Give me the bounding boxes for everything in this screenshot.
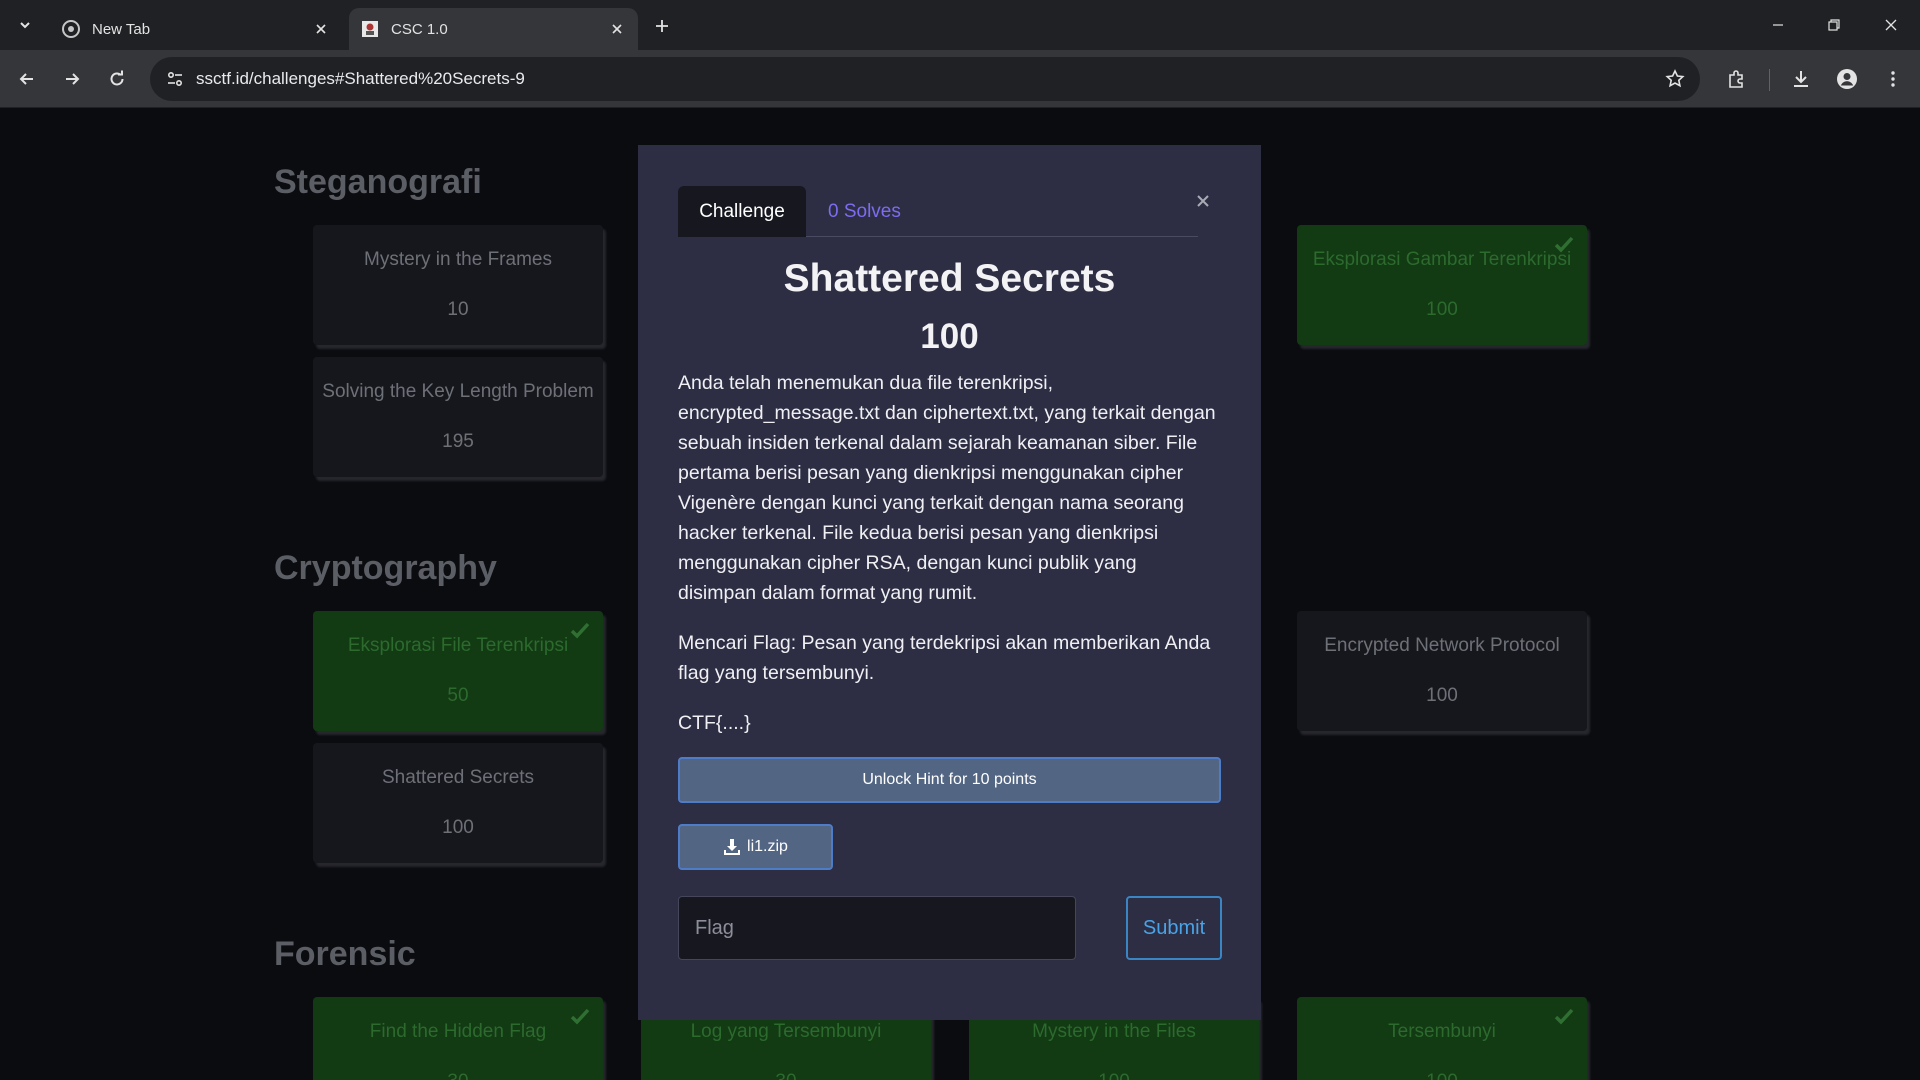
close-icon — [1197, 195, 1209, 207]
download-icon — [724, 839, 741, 855]
description-paragraph: Mencari Flag: Pesan yang terdekripsi aka… — [678, 632, 1211, 684]
challenge-points: 195 — [442, 431, 474, 452]
challenge-points: 100 — [442, 817, 474, 838]
puzzle-icon — [1729, 70, 1743, 88]
extensions-button[interactable] — [1718, 61, 1754, 97]
close-tab-icon[interactable] — [604, 16, 630, 42]
challenge-card[interactable]: Mystery in the Frames 10 — [313, 225, 603, 345]
flag-input[interactable] — [678, 896, 1076, 960]
challenge-name: Tersembunyi — [1388, 1021, 1496, 1042]
close-icon — [1885, 19, 1897, 31]
profile-button[interactable] — [1829, 61, 1865, 97]
challenge-name: Eksplorasi Gambar Terenkripsi — [1312, 249, 1572, 270]
submit-button[interactable]: Submit — [1126, 896, 1222, 960]
minimize-icon — [1773, 24, 1783, 26]
site-icon — [361, 20, 379, 38]
challenge-points: 100 — [1297, 1071, 1587, 1080]
downloads-button[interactable] — [1783, 61, 1819, 97]
description-paragraph: Anda telah menemukan dua file terenkrips… — [678, 372, 1216, 604]
arrow-left-icon — [19, 73, 33, 85]
bookmark-star-icon[interactable] — [1660, 64, 1690, 94]
file-name: li1.zip — [747, 838, 788, 855]
challenge-modal: Challenge 0 Solves Shattered Secrets 100… — [638, 145, 1261, 1020]
tab-new-tab[interactable]: New Tab — [50, 8, 342, 50]
challenge-name: Solving the Key Length Problem — [322, 381, 594, 402]
section-title-forensic: Forensic — [274, 935, 416, 973]
challenge-points: 100 — [1426, 685, 1458, 706]
challenge-card-solved[interactable]: Eksplorasi Gambar Terenkripsi 100 — [1297, 225, 1587, 345]
reload-icon — [110, 70, 124, 86]
tab-challenge[interactable]: Challenge — [678, 186, 806, 237]
tab-search-button[interactable] — [8, 9, 42, 41]
tab-title: New Tab — [92, 20, 151, 38]
download-file-button[interactable]: li1.zip — [678, 824, 833, 870]
chrome-icon — [62, 20, 80, 38]
site-info-icon[interactable] — [160, 64, 190, 94]
challenge-name: Mystery in the Files — [1032, 1021, 1196, 1042]
challenge-name: Encrypted Network Protocol — [1324, 635, 1560, 656]
challenge-points: 100 — [969, 1071, 1259, 1080]
challenge-points: 30 — [313, 1071, 603, 1080]
tab-solves[interactable]: 0 Solves — [828, 186, 901, 237]
download-icon — [1794, 71, 1808, 87]
challenge-name: Log yang Tersembunyi — [690, 1021, 882, 1042]
toolbar-divider — [1769, 69, 1770, 91]
new-tab-button[interactable] — [648, 12, 676, 40]
url-text[interactable]: ssctf.id/challenges#Shattered%20Secrets-… — [196, 69, 525, 89]
challenge-title: Shattered Secrets — [783, 257, 1116, 300]
tab-strip: New Tab CSC 1.0 — [0, 0, 1920, 50]
chevron-down-icon — [20, 22, 30, 29]
tab-title: CSC 1.0 — [391, 20, 448, 38]
more-vertical-icon — [1891, 71, 1895, 87]
close-tab-icon[interactable] — [308, 16, 334, 42]
challenge-points: 10 — [447, 299, 469, 320]
browser-toolbar: ssctf.id/challenges#Shattered%20Secrets-… — [0, 50, 1920, 108]
flag-format: CTF{....} — [678, 712, 751, 734]
tab-csc[interactable]: CSC 1.0 — [349, 8, 638, 50]
address-bar[interactable]: ssctf.id/challenges#Shattered%20Secrets-… — [150, 57, 1700, 101]
challenge-points: 50 — [447, 685, 469, 706]
challenge-name: Eksplorasi File Terenkripsi — [347, 635, 569, 656]
unlock-hint-button[interactable]: Unlock Hint for 10 points — [678, 757, 1221, 803]
menu-button[interactable] — [1875, 61, 1911, 97]
challenge-name: Mystery in the Frames — [364, 249, 552, 270]
challenge-card[interactable]: Shattered Secrets 100 — [313, 743, 603, 863]
section-title-cryptography: Cryptography — [274, 549, 497, 587]
challenge-points: 100 — [1426, 299, 1458, 320]
challenge-value: 100 — [920, 317, 979, 356]
challenge-name: Shattered Secrets — [381, 767, 535, 788]
restore-button[interactable] — [1806, 0, 1862, 50]
minimize-button[interactable] — [1750, 0, 1806, 50]
challenge-name: Find the Hidden Flag — [369, 1021, 547, 1042]
challenge-card[interactable]: Encrypted Network Protocol 100 — [1297, 611, 1587, 731]
restore-icon — [1828, 19, 1840, 31]
reload-button[interactable] — [99, 61, 135, 97]
challenge-card-solved[interactable]: Tersembunyi 100 — [1297, 997, 1587, 1080]
challenge-card-solved[interactable]: Find the Hidden Flag 30 — [313, 997, 603, 1080]
modal-tabs: Challenge 0 Solves — [678, 186, 1198, 237]
arrow-right-icon — [66, 73, 80, 85]
section-title-steganografi: Steganografi — [274, 163, 482, 201]
close-window-button[interactable] — [1863, 0, 1919, 50]
account-icon — [1837, 69, 1857, 89]
forward-button[interactable] — [54, 61, 90, 97]
challenge-description: Anda telah menemukan dua file terenkrips… — [678, 368, 1218, 758]
challenge-card[interactable]: Solving the Key Length Problem 195 — [313, 357, 603, 477]
challenge-card-solved[interactable]: Eksplorasi File Terenkripsi 50 — [313, 611, 603, 731]
plus-icon — [656, 20, 668, 32]
challenge-points: 30 — [641, 1071, 931, 1080]
back-button[interactable] — [9, 61, 45, 97]
modal-close-button[interactable] — [1190, 188, 1216, 214]
